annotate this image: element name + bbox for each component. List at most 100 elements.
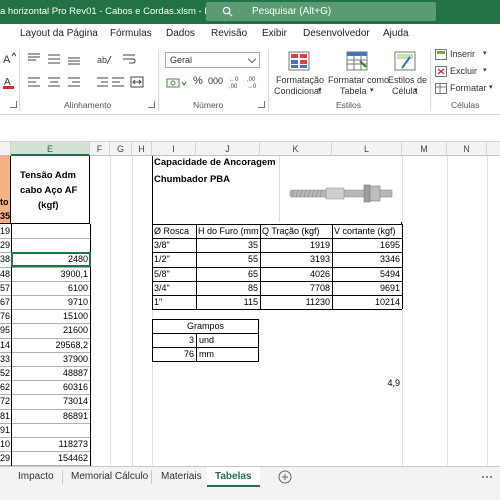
anchor-data-cell[interactable]: 85	[198, 283, 258, 293]
partial-column-cell[interactable]: 91	[0, 425, 11, 435]
partial-column-cell[interactable]: 95	[0, 325, 11, 335]
tension-value-cell[interactable]: 73014	[11, 396, 88, 406]
font-size-up-icon[interactable]: A	[2, 51, 16, 65]
anchor-data-cell[interactable]: 9691	[334, 283, 400, 293]
partial-column-cell[interactable]: 19	[0, 226, 11, 236]
selected-cell[interactable]	[11, 252, 91, 267]
tab-developer[interactable]: Desenvolvedor	[303, 28, 370, 39]
grampos-unit-cell[interactable]: mm	[199, 349, 257, 359]
format-as-table-button[interactable]: Formatar como Tabela ▾	[326, 49, 389, 99]
number-launcher-icon[interactable]	[258, 101, 265, 108]
anchor-data-cell[interactable]: 5/8"	[154, 269, 194, 279]
more-options-icon[interactable]	[480, 471, 494, 483]
anchor-header-cell[interactable]: Ø Rosca	[154, 226, 194, 236]
partial-column-cell[interactable]: 62	[0, 382, 11, 392]
column-header-m[interactable]: M	[402, 142, 447, 156]
partial-column-cell[interactable]: 76	[0, 311, 11, 321]
alignment-launcher-icon[interactable]	[148, 101, 155, 108]
anchor-data-cell[interactable]: 3/8"	[154, 240, 194, 250]
wrap-text-icon[interactable]	[122, 52, 136, 66]
indent-icons[interactable]	[96, 75, 126, 89]
column-header-k[interactable]: K	[260, 142, 332, 156]
partial-column-cell[interactable]: 81	[0, 411, 11, 421]
partial-column-cell[interactable]: 57	[0, 283, 11, 293]
conditional-formatting-button[interactable]: Formatação Condicional ▾	[272, 49, 326, 99]
anchor-data-cell[interactable]: 3193	[262, 254, 330, 264]
anchor-data-cell[interactable]: 65	[198, 269, 258, 279]
delete-button[interactable]: Excluir ▾	[435, 65, 495, 79]
tab-help[interactable]: Ajuda	[383, 28, 409, 39]
loose-cell-value[interactable]: 4,9	[372, 378, 402, 388]
partial-column-cell[interactable]: 72	[0, 396, 11, 406]
tension-value-cell[interactable]: 6100	[11, 283, 88, 293]
tension-value-cell[interactable]: 15100	[11, 311, 88, 321]
partial-column-cell[interactable]: 29	[0, 453, 11, 463]
anchor-data-cell[interactable]: 1919	[262, 240, 330, 250]
anchor-data-cell[interactable]: 3346	[334, 254, 400, 264]
partial-column-cell[interactable]: 48	[0, 269, 11, 279]
column-header-e[interactable]: E	[11, 142, 90, 156]
top-align-icons[interactable]	[26, 52, 86, 66]
column-header-i[interactable]: I	[152, 142, 196, 156]
anchor-data-cell[interactable]: 10214	[334, 297, 400, 307]
accounting-format-icon[interactable]	[166, 76, 188, 90]
partial-column-cell[interactable]: 67	[0, 297, 11, 307]
grampos-title[interactable]: Grampos	[152, 321, 259, 331]
tension-value-cell[interactable]: 9710	[11, 297, 88, 307]
grampos-value-cell[interactable]: 76	[154, 349, 194, 359]
anchor-data-cell[interactable]: 1695	[334, 240, 400, 250]
tension-value-cell[interactable]: 48887	[11, 368, 88, 378]
add-sheet-icon[interactable]	[278, 470, 292, 484]
tension-value-cell[interactable]: 29568,2	[11, 340, 88, 350]
orientation-icon[interactable]: ab	[96, 52, 112, 66]
format-button[interactable]: Formatar ▾	[435, 82, 497, 96]
number-format-select[interactable]: Geral	[165, 52, 260, 68]
anchor-data-cell[interactable]: 55	[198, 254, 258, 264]
partial-column-cell[interactable]: 14	[0, 340, 11, 350]
anchor-header-cell[interactable]: H do Furo (mm)	[198, 226, 258, 236]
column-header-l[interactable]: L	[332, 142, 402, 156]
horizontal-align-icons[interactable]	[26, 75, 86, 89]
column-header-h[interactable]: H	[132, 142, 152, 156]
partial-column-cell[interactable]: 52	[0, 368, 11, 378]
sheet-tab-tabelas[interactable]: Tabelas	[207, 467, 260, 487]
partial-column-cell[interactable]: 29	[0, 240, 11, 250]
tension-value-cell[interactable]: 60316	[11, 382, 88, 392]
tension-value-cell[interactable]: 37900	[11, 354, 88, 364]
grampos-value-cell[interactable]: 3	[154, 335, 194, 345]
anchor-data-cell[interactable]: 7708	[262, 283, 330, 293]
column-header-j[interactable]: J	[196, 142, 260, 156]
font-color-icon[interactable]: A	[2, 75, 16, 89]
tab-formulas[interactable]: Fórmulas	[110, 28, 152, 39]
partial-column-cell[interactable]: 10	[0, 439, 11, 449]
tension-value-cell[interactable]: 154462	[11, 453, 88, 463]
worksheet-grid[interactable]: to 35 Tensão Adm cabo Aço AF (kgf) Capac…	[0, 156, 500, 466]
insert-button[interactable]: Inserir ▾	[435, 48, 495, 62]
grampos-unit-cell[interactable]: und	[199, 335, 257, 345]
tension-value-cell[interactable]: 21600	[11, 325, 88, 335]
anchor-data-cell[interactable]: 5494	[334, 269, 400, 279]
column-header-f[interactable]: F	[90, 142, 110, 156]
search-box[interactable]: Pesquisar (Alt+G)	[206, 2, 436, 21]
partial-column-cell[interactable]: 33	[0, 354, 11, 364]
column-header-prev[interactable]	[0, 142, 11, 156]
anchor-data-cell[interactable]: 1"	[154, 297, 194, 307]
tab-page-layout[interactable]: Layout da Página	[20, 28, 98, 39]
anchor-data-cell[interactable]: 11230	[262, 297, 330, 307]
anchor-data-cell[interactable]: 35	[198, 240, 258, 250]
tension-value-cell[interactable]: 3900,1	[11, 269, 88, 279]
sheet-tab-memorial-calculo[interactable]: Memorial Cálculo	[71, 467, 148, 487]
partial-column-cell[interactable]: 38	[0, 254, 11, 264]
column-header-next[interactable]	[487, 142, 500, 156]
tab-review[interactable]: Revisão	[211, 28, 247, 39]
anchor-data-cell[interactable]: 115	[198, 297, 258, 307]
sheet-tab-impacto[interactable]: Impacto	[18, 467, 54, 487]
anchor-data-cell[interactable]: 4026	[262, 269, 330, 279]
cell-styles-button[interactable]: Estilos de Célula ▾	[386, 49, 427, 99]
anchor-header-cell[interactable]: Q Tração (kgf)	[262, 226, 330, 236]
tab-view[interactable]: Exibir	[262, 28, 287, 39]
merge-center-icon[interactable]	[130, 75, 144, 89]
tension-value-cell[interactable]: 86891	[11, 411, 88, 421]
anchor-data-cell[interactable]: 1/2"	[154, 254, 194, 264]
tension-value-cell[interactable]: 118273	[11, 439, 88, 449]
